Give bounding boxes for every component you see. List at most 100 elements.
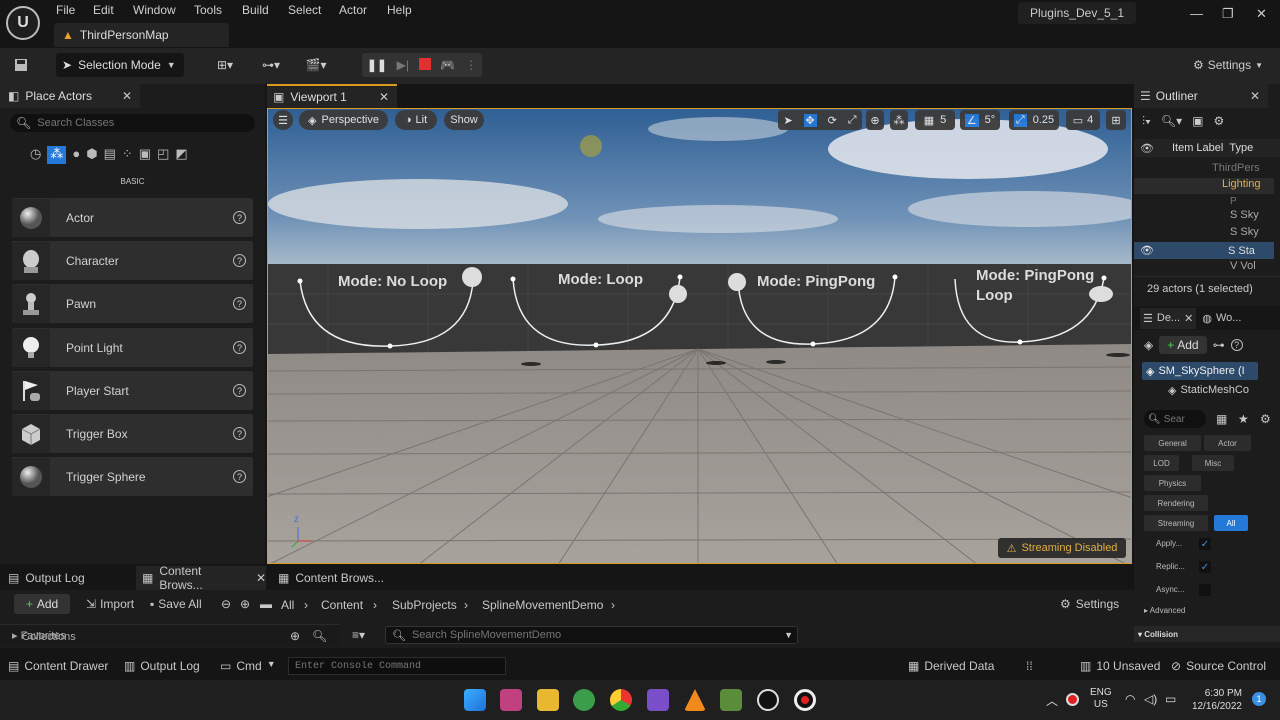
property-checkbox[interactable] <box>1199 584 1211 596</box>
level-viewport[interactable]: z Mode: No Loop Mode: Loop Mode: PingPon… <box>267 108 1132 564</box>
close-icon[interactable]: ✕ <box>1256 6 1267 22</box>
menu-build[interactable]: Build <box>242 3 269 17</box>
menu-tools[interactable]: Tools <box>194 3 222 17</box>
menu-edit[interactable]: Edit <box>93 3 114 17</box>
help-icon[interactable]: ? <box>233 470 246 483</box>
stop-icon[interactable] <box>418 57 431 73</box>
content-settings-button[interactable]: ⚙ Settings <box>1060 597 1119 611</box>
help-icon[interactable]: ? <box>233 341 246 354</box>
cinematics-icon[interactable]: 🎬▾ <box>300 54 332 76</box>
type-column[interactable]: Type <box>1229 142 1253 154</box>
output-log-tab[interactable]: ▤ Output Log <box>0 566 130 590</box>
obs-record-icon[interactable] <box>794 689 816 711</box>
component-child[interactable]: ◈ StaticMeshCo <box>1168 384 1249 397</box>
help-icon[interactable]: ? <box>233 427 246 440</box>
file-explorer-icon[interactable] <box>537 689 559 711</box>
cmd-dropdown[interactable]: ▭ Cmd ▼ <box>220 659 276 673</box>
filter-icon[interactable]: ≡▾ <box>352 628 365 642</box>
grid-snap-button[interactable]: ▦ 5 <box>915 110 955 130</box>
notification-badge[interactable]: 1 <box>1252 692 1266 706</box>
rotation-snap-button[interactable]: ∠ 5° <box>960 110 1000 130</box>
world-local-icon[interactable]: ⊕ <box>866 110 884 130</box>
close-tab-icon[interactable]: ✕ <box>1250 89 1260 103</box>
menu-file[interactable]: File <box>56 3 75 17</box>
scale-icon[interactable]: ⤢ <box>848 114 857 127</box>
category-general[interactable]: General <box>1144 435 1201 451</box>
folder-icon[interactable]: ▬ <box>260 597 272 611</box>
item-label-column[interactable]: Item Label <box>1172 142 1223 154</box>
select-icon[interactable]: ➤ <box>783 114 792 127</box>
actor-item-actor[interactable]: Actor ? <box>12 198 253 237</box>
property-checkbox[interactable]: ✓ <box>1199 538 1211 550</box>
help-icon[interactable]: ? <box>233 254 246 267</box>
back-icon[interactable]: ⊖ <box>221 597 231 611</box>
close-tab-icon[interactable]: ✕ <box>379 90 389 104</box>
outliner-row[interactable]: S Sky <box>1230 226 1259 238</box>
property-checkbox[interactable]: ✓ <box>1199 561 1211 573</box>
windows-start-icon[interactable] <box>464 689 486 711</box>
actor-item-point-light[interactable]: Point Light ? <box>12 328 253 367</box>
outliner-row[interactable]: ThirdPers <box>1212 162 1260 174</box>
level-tab[interactable]: ▲ ThirdPersonMap <box>54 23 229 47</box>
lights-icon[interactable]: ● <box>72 146 80 164</box>
table-view-icon[interactable]: ▦ <box>1216 412 1227 426</box>
menu-help[interactable]: Help <box>387 3 412 17</box>
console-input[interactable] <box>288 657 506 675</box>
place-actors-tab[interactable]: ◧ Place Actors ✕ <box>0 84 140 108</box>
camera-speed-button[interactable]: ▭ 4 <box>1066 110 1100 130</box>
rotate-icon[interactable]: ⟳ <box>828 114 837 127</box>
filter-icon[interactable]: ⫶▾ <box>1142 114 1151 132</box>
volume-icon[interactable]: ◁) <box>1144 692 1157 706</box>
clock[interactable]: 6:30 PM 12/16/2022 <box>1190 687 1242 713</box>
details-search-field[interactable]: 🔍︎ <box>1144 410 1206 428</box>
geometry-icon[interactable]: ◩ <box>175 146 187 164</box>
unreal-logo[interactable]: U <box>6 6 40 40</box>
maps-app-icon[interactable] <box>573 689 595 711</box>
tray-chevron-icon[interactable]: ︿ <box>1046 692 1058 709</box>
search-icon[interactable]: 🔍︎ <box>312 629 327 643</box>
basic-category-icon[interactable]: ⁂ <box>47 146 67 164</box>
output-log-button[interactable]: ▥ Output Log <box>124 659 200 673</box>
tray-record-icon[interactable] <box>1066 693 1079 706</box>
advanced-section[interactable]: ▸ Advanced <box>1144 606 1185 615</box>
menu-window[interactable]: Window <box>133 3 176 17</box>
category-streaming[interactable]: Streaming <box>1144 515 1208 531</box>
close-tab-icon[interactable]: ✕ <box>1184 312 1193 325</box>
recent-icon[interactable]: ◷ <box>30 146 41 164</box>
menu-select[interactable]: Select <box>288 3 321 17</box>
eye-icon[interactable]: 👁︎ <box>1140 142 1154 155</box>
snipping-tool-icon[interactable] <box>500 689 522 711</box>
pause-icon[interactable]: ❚❚ <box>367 58 387 72</box>
visual-effects-icon[interactable]: ⁘ <box>122 146 133 164</box>
notepad-plus-icon[interactable] <box>720 689 742 711</box>
language-indicator[interactable]: ENG US <box>1090 687 1112 711</box>
actor-item-pawn[interactable]: Pawn ? <box>12 284 253 323</box>
sync-icon[interactable]: ⁞⁞ <box>1026 659 1033 673</box>
forward-icon[interactable]: ⊕ <box>240 597 250 611</box>
blueprint-icon[interactable]: ⊶▾ <box>255 54 287 76</box>
chrome-icon[interactable] <box>610 689 632 711</box>
unreal-engine-icon[interactable] <box>757 689 779 711</box>
content-drawer-button[interactable]: ▤ Content Drawer <box>8 659 108 673</box>
blueprint-icon[interactable]: ◈ <box>1144 338 1153 352</box>
more-options-icon[interactable]: ⋮ <box>465 58 477 72</box>
actor-item-trigger-sphere[interactable]: Trigger Sphere ? <box>12 457 253 496</box>
outliner-tab[interactable]: ☰ Outliner ✕ <box>1134 84 1268 108</box>
visual-studio-icon[interactable] <box>647 689 669 711</box>
unsaved-button[interactable]: ▥ 10 Unsaved <box>1080 659 1160 673</box>
component-root[interactable]: ◈ SM_SkySphere (I <box>1142 362 1258 380</box>
chevron-down-icon[interactable]: ▼ <box>784 630 793 640</box>
add-content-icon[interactable]: ⊞▾ <box>210 54 240 76</box>
star-icon[interactable]: ★ <box>1238 412 1249 426</box>
viewport-tab[interactable]: ▣ Viewport 1 ✕ <box>267 84 397 108</box>
show-button[interactable]: Show <box>444 110 484 130</box>
breadcrumb-content[interactable]: Content <box>321 598 363 612</box>
eye-icon[interactable]: 👁︎ <box>1140 244 1154 257</box>
help-icon[interactable]: ? <box>233 211 246 224</box>
derived-data-button[interactable]: ▦ Derived Data <box>908 659 994 673</box>
close-tab-icon[interactable]: ✕ <box>256 571 266 585</box>
scale-snap-button[interactable]: ⤢ 0.25 <box>1009 110 1059 130</box>
move-icon[interactable]: ✥ <box>803 113 817 127</box>
category-lod[interactable]: LOD <box>1144 455 1179 471</box>
outliner-row[interactable]: S Sky <box>1230 209 1259 221</box>
